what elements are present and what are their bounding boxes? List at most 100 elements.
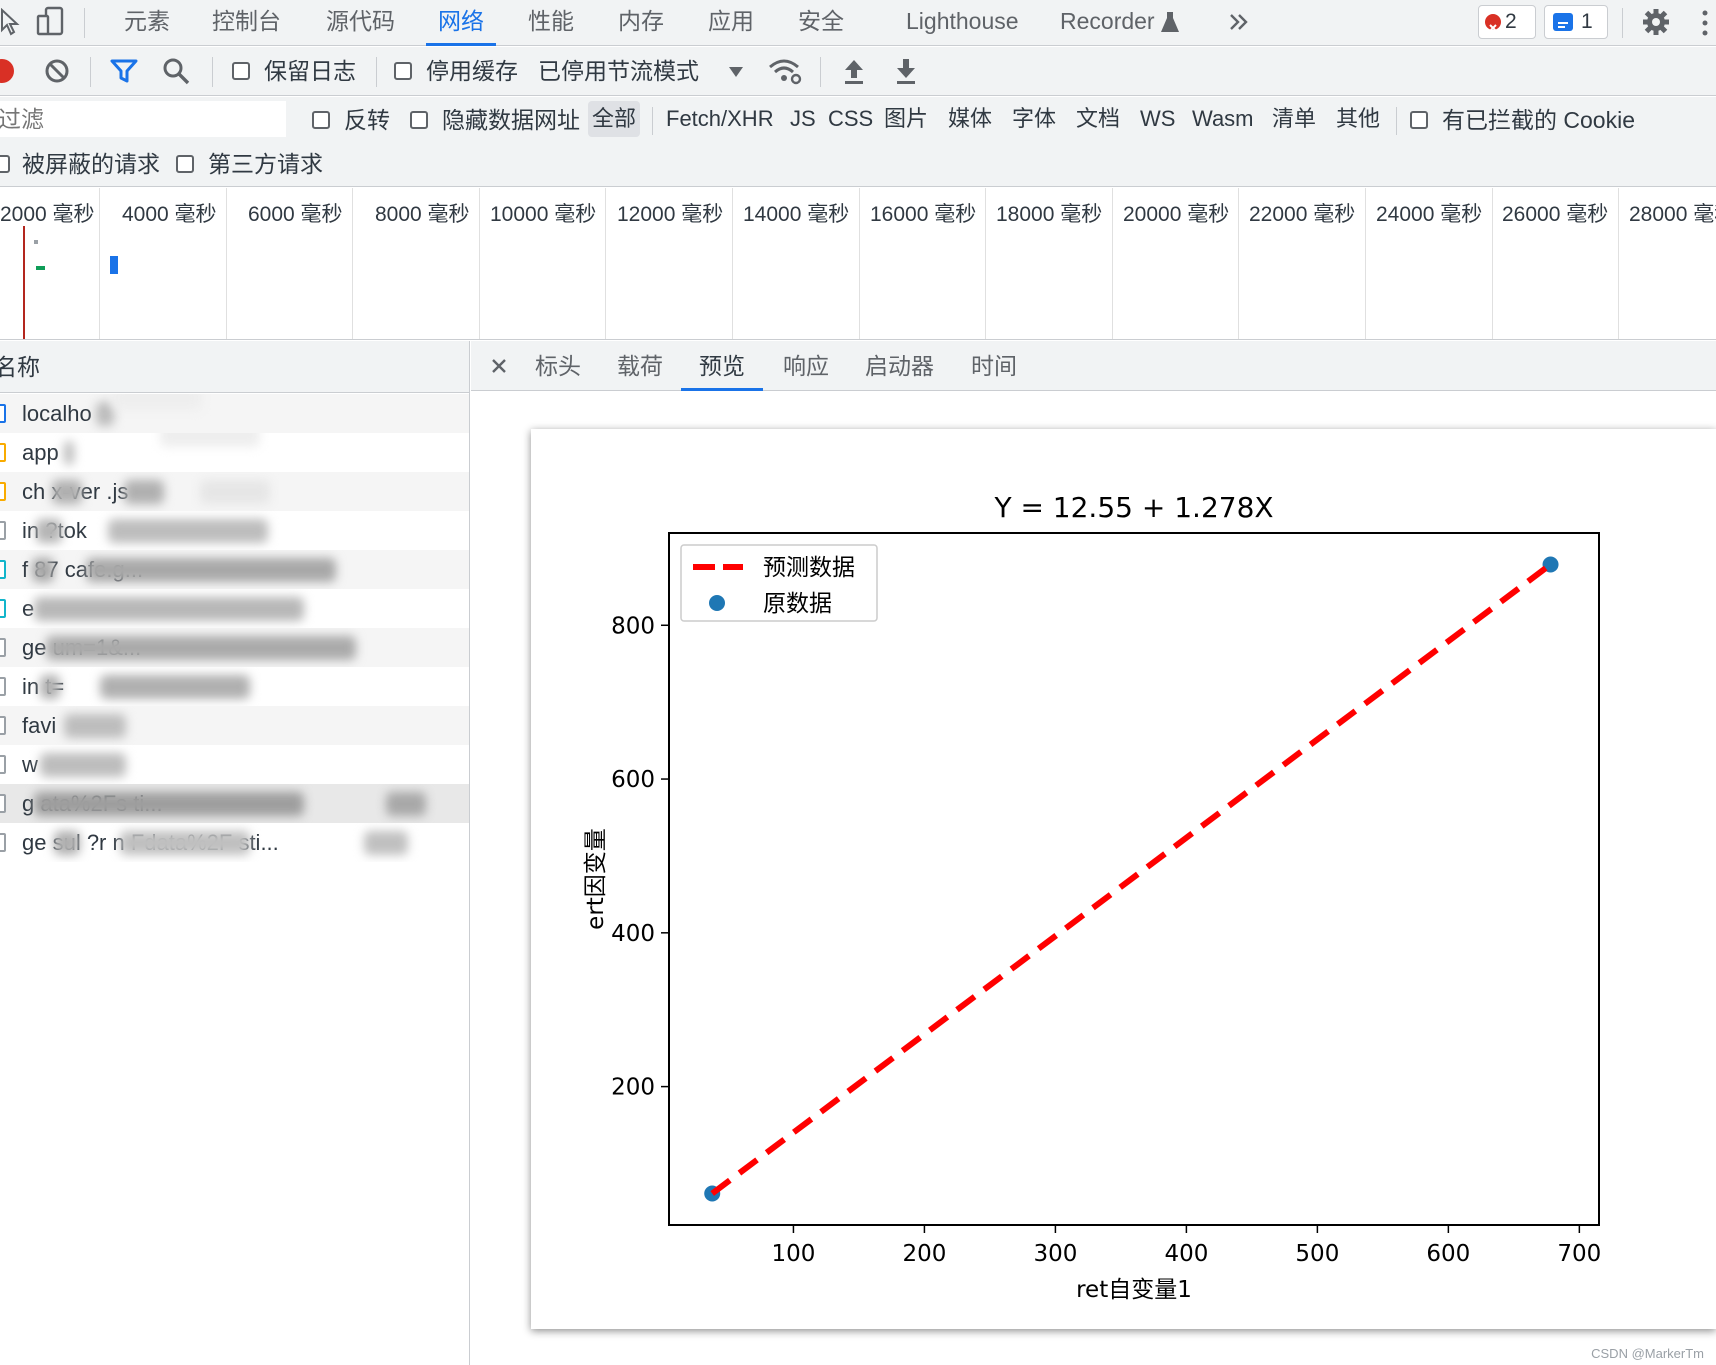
throttling-select[interactable]: 已停用节流模式	[538, 56, 699, 86]
error-count-badge[interactable]: 2	[1478, 5, 1536, 39]
error-icon	[1485, 14, 1501, 32]
message-count-badge[interactable]: 1	[1544, 5, 1608, 39]
filter-input[interactable]	[0, 101, 286, 137]
tab-console[interactable]: 控制台	[212, 0, 281, 46]
image-file-icon	[0, 599, 6, 618]
y-tick-label: 800	[611, 613, 655, 639]
tab-elements[interactable]: 元素	[124, 0, 170, 46]
request-row[interactable]: w	[0, 745, 469, 784]
recorder-flask-icon	[1160, 10, 1180, 34]
y-tick-label: 600	[611, 767, 655, 793]
blocked-requests-label: 被屏蔽的请求	[22, 151, 160, 177]
document-file-icon	[0, 638, 6, 657]
tab-payload[interactable]: 载荷	[617, 341, 663, 391]
request-name: e	[22, 596, 35, 621]
filter-funnel-icon[interactable]	[110, 58, 138, 84]
preserve-log-checkbox[interactable]	[232, 62, 250, 80]
blocked-requests-checkbox[interactable]	[0, 155, 10, 173]
tab-application[interactable]: 应用	[708, 0, 754, 46]
close-details-icon[interactable]	[489, 356, 509, 376]
filter-type-other[interactable]: 其他	[1332, 101, 1384, 137]
request-row[interactable]: ge um=1&...	[0, 628, 469, 667]
request-row[interactable]: in ?tok	[0, 511, 469, 550]
filter-type-font[interactable]: 字体	[1008, 101, 1060, 137]
tab-network[interactable]: 网络	[426, 0, 496, 46]
request-row[interactable]: ch x-ver .js	[0, 472, 469, 511]
settings-gear-icon[interactable]	[1642, 8, 1670, 36]
request-row[interactable]: f 87 cafe.g...	[0, 550, 469, 589]
tab-memory[interactable]: 内存	[618, 0, 664, 46]
tab-response[interactable]: 响应	[783, 341, 829, 391]
filter-type-doc[interactable]: 文档	[1072, 101, 1124, 137]
x-tick-label: 100	[771, 1241, 815, 1267]
invert-checkbox[interactable]	[312, 111, 330, 129]
filter-type-js[interactable]: JS	[786, 101, 820, 137]
document-file-icon	[0, 833, 6, 852]
export-har-download-icon[interactable]	[894, 56, 918, 86]
image-preview: Y = 12.55 + 1.278X 100 200 300 400 500 600 700 2…	[531, 429, 1716, 1329]
preserve-log-label: 保留日志	[264, 58, 356, 84]
filter-bar: 反转 隐藏数据网址 全部 Fetch/XHR JS CSS 图片 媒体 字体 文…	[0, 97, 1716, 143]
watermark: CSDN @MarkerTm	[1591, 1346, 1704, 1361]
regression-chart: Y = 12.55 + 1.278X 100 200 300 400 500 600 700 2…	[583, 491, 1601, 1303]
timeline-request-bar	[110, 256, 118, 274]
tab-headers[interactable]: 标头	[535, 341, 581, 391]
request-name: localho	[22, 401, 92, 426]
request-row[interactable]: in t=	[0, 667, 469, 706]
script-file-icon	[0, 482, 6, 501]
inspect-cursor-icon[interactable]	[0, 7, 22, 36]
timeline-dom-loaded-marker	[23, 226, 25, 339]
tab-timing[interactable]: 时间	[971, 341, 1017, 391]
document-file-icon	[0, 716, 6, 735]
timeline-request-bar	[36, 266, 45, 270]
record-button-icon[interactable]	[0, 59, 14, 83]
request-row-selected[interactable]: g ata%2Fs ti...	[0, 784, 469, 823]
invert-label: 反转	[344, 107, 390, 133]
network-timeline-overview[interactable]: 2000 毫秒 4000 毫秒 6000 毫秒 8000 毫秒 10000 毫秒…	[0, 188, 1716, 340]
tab-security[interactable]: 安全	[798, 0, 844, 46]
import-har-upload-icon[interactable]	[842, 56, 866, 86]
tab-lighthouse[interactable]: Lighthouse	[906, 0, 1019, 46]
filter-type-all[interactable]: 全部	[588, 101, 641, 137]
request-row[interactable]: e	[0, 589, 469, 628]
x-tick-label: 200	[902, 1241, 946, 1267]
tab-initiator[interactable]: 启动器	[865, 341, 934, 391]
filter-type-ws[interactable]: WS	[1136, 101, 1179, 137]
message-count: 1	[1581, 10, 1593, 33]
timeline-tick-label: 16000 毫秒	[870, 203, 977, 226]
clear-icon[interactable]	[44, 58, 70, 84]
timeline-tick-label: 18000 毫秒	[996, 203, 1103, 226]
filter-type-css[interactable]: CSS	[824, 101, 877, 137]
tab-sources[interactable]: 源代码	[326, 0, 395, 46]
hide-data-urls-checkbox[interactable]	[410, 111, 428, 129]
name-column-header[interactable]: 名称	[0, 341, 469, 393]
disable-cache-checkbox[interactable]	[394, 62, 412, 80]
request-row[interactable]: localho	[0, 394, 469, 433]
blocked-cookies-checkbox[interactable]	[1410, 111, 1428, 129]
chart-title: Y = 12.55 + 1.278X	[993, 491, 1273, 524]
tab-preview[interactable]: 预览	[681, 341, 763, 391]
request-row[interactable]: ge sul ?r n Fdata%2F sti...	[0, 823, 469, 862]
third-party-checkbox[interactable]	[176, 155, 194, 173]
filter-type-img[interactable]: 图片	[880, 101, 932, 137]
device-toggle-icon[interactable]	[36, 6, 66, 38]
network-conditions-wifi-icon[interactable]	[768, 57, 802, 85]
dropdown-arrow-icon[interactable]	[728, 65, 744, 77]
request-row[interactable]: favi	[0, 706, 469, 745]
search-icon[interactable]	[162, 57, 190, 85]
more-options-icon[interactable]	[1700, 8, 1710, 38]
timeline-tick-label: 6000 毫秒	[248, 203, 343, 226]
devtools-top-tabbar: 元素 控制台 源代码 网络 性能 内存 应用 安全 Lighthouse Rec…	[0, 0, 1716, 46]
request-name: w	[22, 752, 38, 777]
filter-type-media[interactable]: 媒体	[944, 101, 996, 137]
disable-cache-label: 停用缓存	[426, 58, 518, 84]
more-tabs-chevron-icon[interactable]	[1228, 10, 1250, 34]
timeline-tick-label: 4000 毫秒	[122, 203, 217, 226]
tab-recorder[interactable]: Recorder	[1060, 0, 1155, 46]
filter-type-wasm[interactable]: Wasm	[1188, 101, 1258, 137]
tab-performance[interactable]: 性能	[528, 0, 574, 46]
request-row[interactable]: app	[0, 433, 469, 472]
filter-type-fetch-xhr[interactable]: Fetch/XHR	[662, 101, 778, 137]
timeline-tick-label: 24000 毫秒	[1376, 203, 1483, 226]
filter-type-manifest[interactable]: 清单	[1268, 101, 1320, 137]
